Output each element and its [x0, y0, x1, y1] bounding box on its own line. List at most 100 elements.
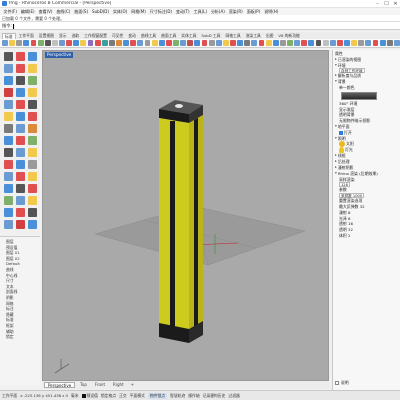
toolbar-command-icon[interactable] [308, 40, 315, 46]
menu-item[interactable]: 工具(L) [192, 9, 208, 15]
menu-item[interactable]: 编辑(E) [19, 9, 36, 15]
tool-command-icon[interactable] [16, 112, 25, 121]
minimize-button[interactable]: – [373, 0, 382, 8]
toolbar-command-icon[interactable] [116, 40, 122, 46]
property-row[interactable]: 体积 2 [335, 233, 398, 239]
toolbar-command-icon[interactable] [16, 40, 23, 46]
menu-item[interactable]: 实体(O) [111, 9, 128, 15]
expand-chevron-icon[interactable]: ▾ [335, 79, 337, 85]
toolbar-command-icon[interactable] [130, 40, 137, 46]
toolbar-command-icon[interactable] [201, 40, 208, 46]
toolbar-command-icon[interactable] [315, 40, 322, 46]
menu-item[interactable]: 文件(F) [2, 9, 18, 15]
toolbar-command-icon[interactable] [379, 40, 386, 46]
tool-command-icon[interactable] [28, 184, 37, 193]
expand-chevron-icon[interactable]: ▾ [335, 171, 337, 177]
toolbar-command-icon[interactable] [66, 40, 73, 46]
toolbar-command-icon[interactable] [358, 40, 365, 46]
viewport-tab[interactable]: Front [92, 382, 108, 388]
viewport-tab[interactable]: Top [77, 382, 90, 388]
status-layer[interactable]: 预设值 [81, 393, 98, 399]
tool-command-icon[interactable] [4, 136, 13, 145]
toolbar-command-icon[interactable] [258, 40, 265, 46]
toolbar-command-icon[interactable] [165, 40, 172, 46]
tool-command-icon[interactable] [4, 196, 13, 205]
toolbar-command-icon[interactable] [279, 40, 286, 46]
menu-item[interactable]: 网格(M) [130, 9, 148, 15]
toolbar-command-icon[interactable] [37, 40, 44, 46]
viewport-tab[interactable]: Right [110, 382, 127, 388]
command-prompt[interactable]: 指令: [0, 22, 400, 30]
status-toggle[interactable]: 过滤器 [228, 393, 239, 399]
menu-item[interactable]: 尺寸标注(D) [148, 9, 173, 15]
toolbar-command-icon[interactable] [158, 40, 165, 46]
toolbar-command-icon[interactable] [386, 40, 393, 46]
viewport-title[interactable]: Perspective [45, 52, 74, 58]
tool-command-icon[interactable] [16, 100, 25, 109]
tool-command-icon[interactable] [16, 172, 25, 181]
status-toggle[interactable]: 锁定格点 [101, 393, 116, 399]
tool-command-icon[interactable] [4, 124, 13, 133]
toolbar-command-icon[interactable] [30, 40, 37, 46]
tool-command-icon[interactable] [28, 160, 37, 169]
tool-command-icon[interactable] [4, 88, 13, 97]
tool-command-icon[interactable] [4, 100, 13, 109]
toolbar-command-icon[interactable] [108, 40, 115, 46]
background-color-swatch[interactable] [341, 91, 377, 100]
layer-item[interactable]: 锁定 [6, 334, 34, 340]
toolbar-command-icon[interactable] [173, 40, 179, 46]
menu-item[interactable]: 说明(H) [263, 9, 280, 15]
tool-command-icon[interactable] [4, 112, 13, 121]
menu-item[interactable]: 曲线(C) [55, 9, 72, 15]
toolbar-command-icon[interactable] [393, 40, 400, 46]
status-toggle[interactable]: 正交 [119, 393, 127, 399]
toolbar-command-icon[interactable] [80, 40, 87, 46]
toolbar-command-icon[interactable] [294, 40, 301, 46]
tool-command-icon[interactable] [4, 172, 13, 181]
status-toggle[interactable]: 平面模式 [130, 393, 145, 399]
tool-command-icon[interactable] [16, 76, 25, 85]
tool-command-icon[interactable] [16, 184, 25, 193]
tool-command-icon[interactable] [16, 64, 25, 73]
toolbar-command-icon[interactable] [329, 40, 336, 46]
tool-command-icon[interactable] [28, 172, 37, 181]
expand-chevron-icon[interactable]: ▾ [335, 63, 337, 69]
menu-item[interactable]: 渲染(R) [227, 9, 244, 15]
toolbar-command-icon[interactable] [265, 40, 272, 46]
toolbar-command-icon[interactable] [187, 40, 194, 46]
toolbar-command-icon[interactable] [301, 40, 308, 46]
toolbar-command-icon[interactable] [137, 40, 144, 46]
toolbar-command-icon[interactable] [2, 40, 8, 46]
tool-command-icon[interactable] [16, 52, 25, 61]
toolbar-command-icon[interactable] [272, 40, 279, 46]
tool-command-icon[interactable] [4, 208, 13, 217]
tool-command-icon[interactable] [28, 208, 37, 217]
tool-command-icon[interactable] [28, 220, 37, 229]
toolbar-command-icon[interactable] [365, 40, 372, 46]
tool-command-icon[interactable] [28, 64, 37, 73]
toolbar-command-icon[interactable] [372, 40, 379, 46]
toolbar-command-icon[interactable] [194, 40, 201, 46]
tool-command-icon[interactable] [28, 88, 37, 97]
menu-item[interactable]: SubD(D) [91, 9, 111, 14]
tool-command-icon[interactable] [16, 160, 25, 169]
tool-command-icon[interactable] [4, 52, 13, 61]
tool-command-icon[interactable] [16, 148, 25, 157]
toolbar-command-icon[interactable] [9, 40, 16, 46]
tool-command-icon[interactable] [28, 76, 37, 85]
property-row[interactable]: 单一颜色 [335, 85, 398, 91]
toolbar-command-icon[interactable] [237, 40, 244, 46]
toolbar-command-icon[interactable] [287, 40, 293, 46]
toolbar-command-icon[interactable] [101, 40, 108, 46]
tool-command-icon[interactable] [16, 88, 25, 97]
tool-command-icon[interactable] [16, 124, 25, 133]
toolbar-command-icon[interactable] [215, 40, 222, 46]
tool-command-icon[interactable] [4, 220, 13, 229]
toolbar-command-icon[interactable] [322, 40, 329, 46]
tool-command-icon[interactable] [4, 148, 13, 157]
close-button[interactable]: ✕ [391, 0, 400, 8]
toolbar-command-icon[interactable] [123, 40, 130, 46]
toolbar-command-icon[interactable] [44, 40, 51, 46]
status-toggle[interactable]: 操作轴 [188, 393, 199, 399]
toolbar-command-icon[interactable] [180, 40, 187, 46]
